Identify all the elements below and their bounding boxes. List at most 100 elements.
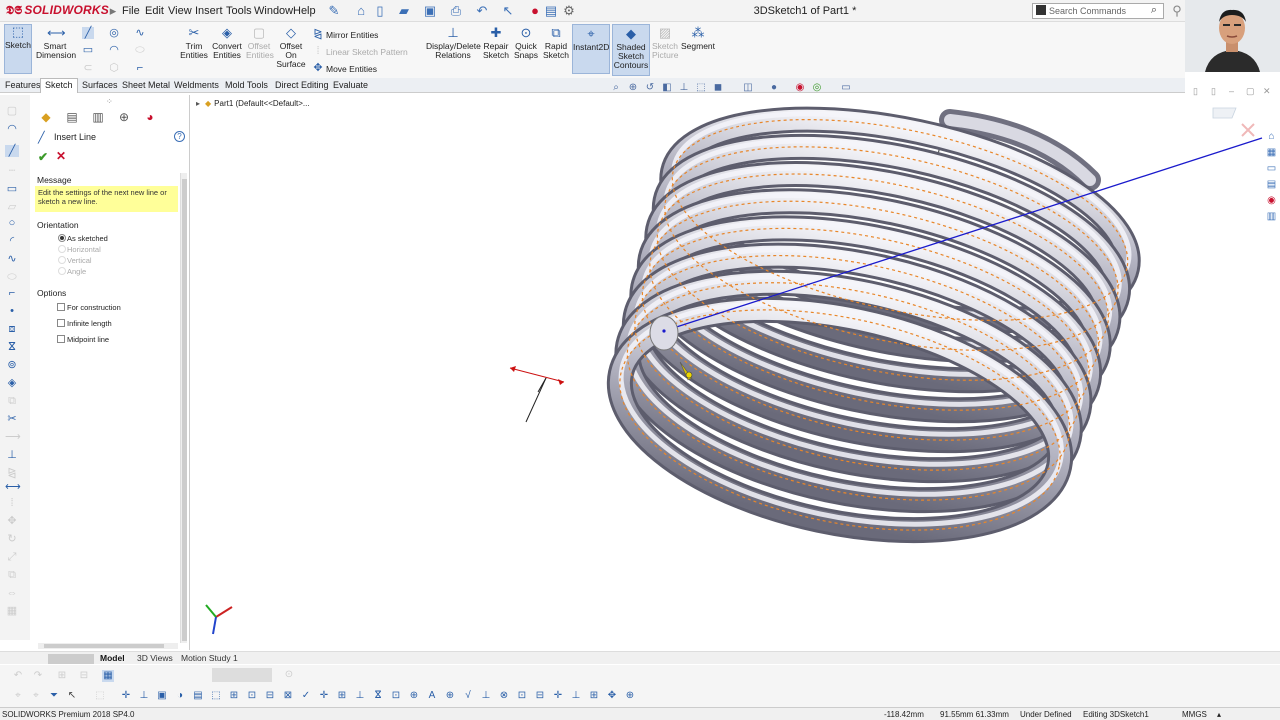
redo-sketch-icon[interactable]: ↷ <box>32 670 44 682</box>
zoom-to-fit-icon[interactable]: ⌕ <box>610 82 622 94</box>
instant2d-button[interactable]: ⌖ Instant2D <box>572 24 610 74</box>
mirror-icon-left[interactable]: ⧎ <box>5 467 19 479</box>
sketch-option-a-icon[interactable]: ⊞ <box>56 670 68 682</box>
pm-vertical-scrollbar[interactable] <box>180 173 187 643</box>
weld-filter-icon[interactable]: ⊥ <box>354 690 366 702</box>
hide-show-items-icon[interactable]: ◫ <box>742 82 754 94</box>
datum-target-filter-icon[interactable]: ⊗ <box>498 690 510 702</box>
line-icon[interactable]: ╱ <box>5 145 19 157</box>
rectangle-tool-icon[interactable]: ▭ <box>82 44 94 56</box>
checkbox-infinite-length[interactable] <box>57 319 65 327</box>
shaded-sketch-contours-button[interactable]: ◆ Shaded Sketch Contours <box>612 24 650 76</box>
pin-icon[interactable]: ✎ <box>326 3 342 19</box>
select-icon[interactable]: ▢ <box>5 105 19 117</box>
menu-window[interactable]: Window <box>254 5 293 17</box>
radio-horizontal[interactable] <box>58 245 66 253</box>
slot-tool-icon[interactable]: ⊂ <box>82 62 94 74</box>
view-palette-icon[interactable]: ▤ <box>1265 178 1278 191</box>
vertex-filter-icon[interactable]: ⊥ <box>138 690 150 702</box>
pm-collapse-icon[interactable]: ⁘ <box>106 97 113 106</box>
tab-sketch[interactable]: Sketch <box>40 78 78 93</box>
display-style-icon[interactable]: ◼ <box>712 82 724 94</box>
previous-view-icon[interactable]: ↺ <box>644 82 656 94</box>
search-icon[interactable]: ⌕ <box>1151 4 1157 17</box>
help-icon[interactable]: ? <box>174 131 185 142</box>
pm-hscroll-thumb[interactable] <box>44 644 164 648</box>
dimension-icon[interactable]: ⟷ <box>5 481 21 493</box>
scale-icon[interactable]: ⤢ <box>5 551 19 563</box>
circle-icon[interactable]: ○ <box>5 217 19 229</box>
checkbox-midpoint-line[interactable] <box>57 335 65 343</box>
extend-icon[interactable]: ⟶ <box>5 431 21 443</box>
annotation-filter-icon[interactable]: ✓ <box>300 690 312 702</box>
sketch-field-placeholder[interactable] <box>212 668 272 682</box>
pm-scroll-thumb[interactable] <box>182 179 187 641</box>
box-select-icon[interactable]: ⬚ <box>94 690 106 702</box>
cancel-button[interactable]: ✕ <box>56 149 66 163</box>
tab-evaluate[interactable]: Evaluate <box>333 80 368 90</box>
circle-tool-icon[interactable]: ◎ <box>108 27 120 39</box>
radio-as-sketched[interactable] <box>58 234 66 242</box>
routing-filter-icon[interactable]: ✥ <box>606 690 618 702</box>
sketch-button[interactable]: ⬚ Sketch <box>4 24 32 74</box>
view-orientation-icon[interactable]: ⬚ <box>695 82 707 94</box>
graphics-viewport[interactable] <box>192 95 1267 650</box>
save-icon[interactable]: ▣ <box>422 3 438 19</box>
axis-filter-icon[interactable]: ⊞ <box>228 690 240 702</box>
search-scope-icon[interactable] <box>1036 5 1046 15</box>
file-properties-icon[interactable]: ▤ <box>543 3 559 19</box>
trim-icon-left[interactable]: ✂ <box>5 413 19 425</box>
menu-insert[interactable]: Insert <box>195 5 223 17</box>
solidworks-resources-icon[interactable]: ⌂ <box>1265 130 1278 143</box>
print-icon[interactable]: ⎙ <box>448 3 464 19</box>
convert-icon-left[interactable]: ◈ <box>5 377 19 389</box>
fillet-icon[interactable]: ⌐ <box>5 287 19 299</box>
smart-select-icon[interactable]: ⌖ <box>12 690 24 702</box>
cosmetic-thread-filter-icon[interactable]: ⊡ <box>516 690 528 702</box>
gtol-filter-icon[interactable]: ⊕ <box>444 690 456 702</box>
arc-tool-icon[interactable]: ◠ <box>108 44 120 56</box>
pattern-icon-left[interactable]: ⁞ <box>5 497 19 509</box>
centerline-filter-icon[interactable]: ⊥ <box>570 690 582 702</box>
centermark-filter-icon[interactable]: ✛ <box>552 690 564 702</box>
rectangle-icon[interactable]: ▭ <box>5 183 19 195</box>
curve-filter-icon[interactable]: ⊞ <box>336 690 348 702</box>
menu-file[interactable]: File <box>122 5 140 17</box>
note-filter-icon[interactable]: ⴵ <box>372 690 384 702</box>
plane-filter-icon[interactable]: ⊡ <box>246 690 258 702</box>
helix-spring-body[interactable] <box>600 95 1147 566</box>
display-pane-icon[interactable]: ▭ <box>840 82 852 94</box>
tab-model[interactable]: Model <box>100 653 125 663</box>
balloon-filter-icon[interactable]: ⊡ <box>390 690 402 702</box>
undo-icon[interactable]: ↶ <box>474 3 490 19</box>
pointer-icon[interactable]: ↖ <box>66 690 78 702</box>
offset-icon-left[interactable]: ⊚ <box>5 359 19 371</box>
surface-finish-filter-icon[interactable]: √ <box>462 690 474 702</box>
options-gear-icon[interactable]: ⚙ <box>561 3 577 19</box>
property-manager-tab-icon[interactable]: ▤ <box>64 109 80 125</box>
select-arrow-icon[interactable]: ↖ <box>500 3 516 19</box>
solidworks-logo[interactable]: 𝕯𝕾 SOLIDWORKS <box>6 3 109 18</box>
dynamic-annotation-icon[interactable]: ⊥ <box>678 82 690 94</box>
copy-icon[interactable]: ⧉ <box>5 569 19 581</box>
rapid-sketch-button[interactable]: ⧉ Rapid Sketch <box>543 26 569 60</box>
file-explorer-icon[interactable]: ▭ <box>1265 162 1278 175</box>
search-input[interactable]: Search Commands ⌕ <box>1032 3 1164 19</box>
edge-filter-icon[interactable]: ◑ <box>174 690 186 702</box>
dimension-filter-icon[interactable]: ⊠ <box>282 690 294 702</box>
face-filter-icon[interactable]: ▣ <box>156 690 168 702</box>
zoom-area-icon[interactable]: ⊕ <box>627 82 639 94</box>
plane-icon[interactable]: ⧈ <box>5 323 19 335</box>
units-dropdown-icon[interactable]: ▴ <box>1217 710 1221 719</box>
connection-filter-icon[interactable]: ⊞ <box>588 690 600 702</box>
filter-icon[interactable]: ⌖ <box>30 690 42 702</box>
hole-callout-filter-icon[interactable]: A <box>426 690 438 702</box>
tab-3d-views[interactable]: 3D Views <box>137 653 173 663</box>
tab-surfaces[interactable]: Surfaces <box>82 80 118 90</box>
undo-sketch-icon[interactable]: ↶ <box>12 670 24 682</box>
tab-mold-tools[interactable]: Mold Tools <box>225 80 268 90</box>
dimxpert-tab-icon[interactable]: ⊕ <box>116 109 132 125</box>
open-folder-icon[interactable]: ▰ <box>396 3 412 19</box>
feature-manager-tab-icon[interactable]: ◆ <box>38 109 54 125</box>
tab-scroll-icon[interactable] <box>48 654 94 664</box>
